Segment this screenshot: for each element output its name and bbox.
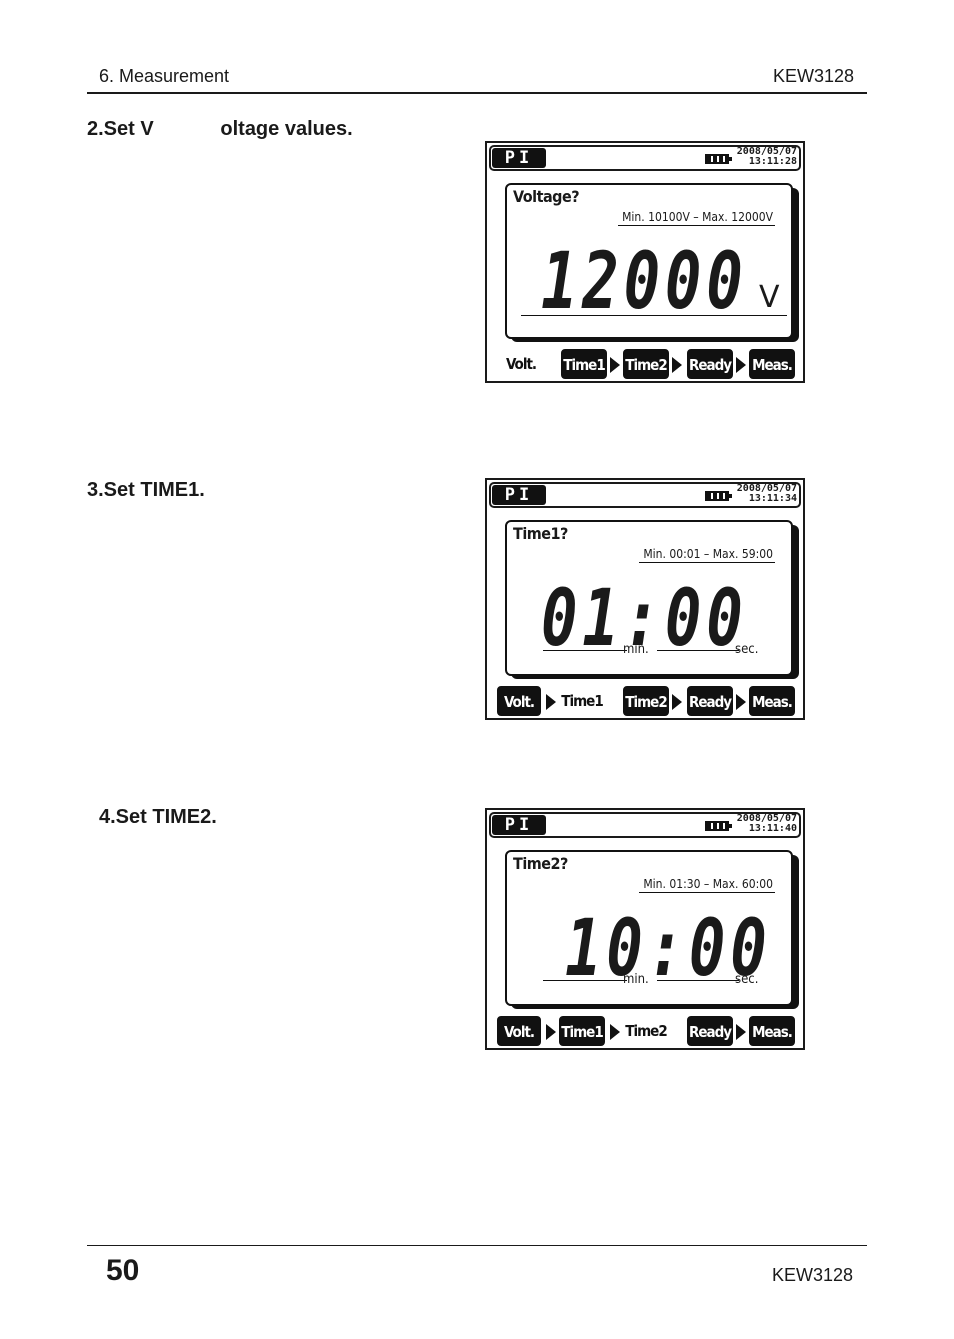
- range-label: Min. 10100V – Max. 12000V: [618, 210, 775, 226]
- nav-time2[interactable]: Time2: [623, 686, 669, 716]
- sec-baseline: [657, 980, 739, 981]
- time-readout: 13:11:40: [748, 823, 797, 834]
- nav-meas[interactable]: Meas.: [749, 349, 795, 379]
- lcd-screen-voltage: PI 2008/05/07 13:11:28 Voltage? Min. 101…: [485, 141, 805, 383]
- nav-volt[interactable]: Volt.: [497, 349, 545, 379]
- nav-arrow-icon: [672, 357, 682, 373]
- unit-label: V: [759, 280, 780, 315]
- prompt-box: Time2? Min. 01:30 – Max. 60:00 10:00 min…: [505, 850, 793, 1006]
- footer-model: KEW3128: [771, 1265, 853, 1285]
- lcd-status-bar: PI 2008/05/07 13:11:28: [489, 145, 801, 171]
- battery-icon: [705, 821, 732, 831]
- step-title-voltage: 2.Set V oltage values.: [87, 118, 353, 140]
- unit-sec-label: sec.: [735, 642, 759, 657]
- nav-arrow-icon: [736, 357, 746, 373]
- prompt-box: Time1? Min. 00:01 – Max. 59:00 01:00 min…: [505, 520, 793, 676]
- time-readout: 13:11:28: [748, 156, 797, 167]
- prompt-label: Time1?: [513, 524, 568, 543]
- header-section: 6. Measurement: [99, 66, 230, 86]
- mode-nav: Volt. Time1 Time2 Ready Meas.: [495, 686, 795, 716]
- nav-ready[interactable]: Ready: [687, 1016, 733, 1046]
- footer-rule: [87, 1245, 867, 1246]
- lcd-screen-time2: PI 2008/05/07 13:11:40 Time2? Min. 01:30…: [485, 808, 805, 1050]
- sec-baseline: [657, 650, 739, 651]
- min-baseline: [543, 980, 627, 981]
- unit-min-label: min.: [623, 642, 649, 657]
- nav-arrow-icon: [672, 694, 682, 710]
- nav-time1[interactable]: Time1: [559, 1016, 605, 1046]
- prompt-box: Voltage? Min. 10100V – Max. 12000V 12000…: [505, 183, 793, 339]
- prompt-label: Voltage?: [513, 187, 580, 206]
- mode-indicator: PI: [492, 485, 546, 505]
- datetime: 2008/05/07 13:11:34: [737, 484, 797, 504]
- value-baseline: [521, 315, 787, 316]
- page-number: 50: [106, 1254, 140, 1287]
- nav-volt[interactable]: Volt.: [497, 686, 541, 716]
- nav-meas[interactable]: Meas.: [749, 686, 795, 716]
- battery-icon: [705, 491, 732, 501]
- header-rule: [87, 92, 867, 94]
- nav-meas[interactable]: Meas.: [749, 1016, 795, 1046]
- step-title-time1: 3.Set TIME1.: [87, 479, 205, 501]
- nav-time1[interactable]: Time1: [559, 686, 605, 716]
- nav-arrow-icon: [546, 694, 556, 710]
- range-label: Min. 01:30 – Max. 60:00: [639, 877, 775, 893]
- step-title-time2: 4.Set TIME2.: [99, 806, 217, 828]
- lcd-status-bar: PI 2008/05/07 13:11:40: [489, 812, 801, 838]
- nav-ready[interactable]: Ready: [687, 349, 733, 379]
- nav-time2[interactable]: Time2: [623, 349, 669, 379]
- nav-arrow-icon: [610, 1024, 620, 1040]
- mode-indicator: PI: [492, 148, 546, 168]
- nav-arrow-icon: [736, 694, 746, 710]
- datetime: 2008/05/07 13:11:40: [737, 814, 797, 834]
- nav-volt[interactable]: Volt.: [497, 1016, 541, 1046]
- nav-arrow-icon: [546, 1024, 556, 1040]
- lcd-status-bar: PI 2008/05/07 13:11:34: [489, 482, 801, 508]
- nav-time2[interactable]: Time2: [623, 1016, 669, 1046]
- nav-ready[interactable]: Ready: [687, 686, 733, 716]
- range-label: Min. 00:01 – Max. 59:00: [639, 547, 775, 563]
- unit-min-label: min.: [623, 972, 649, 987]
- battery-icon: [705, 154, 732, 164]
- value-readout: 12000: [541, 237, 748, 327]
- nav-time1[interactable]: Time1: [561, 349, 607, 379]
- lcd-screen-time1: PI 2008/05/07 13:11:34 Time1? Min. 00:01…: [485, 478, 805, 720]
- datetime: 2008/05/07 13:11:28: [737, 147, 797, 167]
- nav-arrow-icon: [736, 1024, 746, 1040]
- mode-indicator: PI: [492, 815, 546, 835]
- mode-nav: Volt. Time1 Time2 Ready Meas.: [495, 1016, 795, 1046]
- header-model: KEW3128: [772, 66, 854, 86]
- time-readout: 13:11:34: [748, 493, 797, 504]
- prompt-label: Time2?: [513, 854, 568, 873]
- nav-arrow-icon: [610, 357, 620, 373]
- mode-nav: Volt. Time1 Time2 Ready Meas.: [495, 349, 795, 379]
- min-baseline: [543, 650, 627, 651]
- unit-sec-label: sec.: [735, 972, 759, 987]
